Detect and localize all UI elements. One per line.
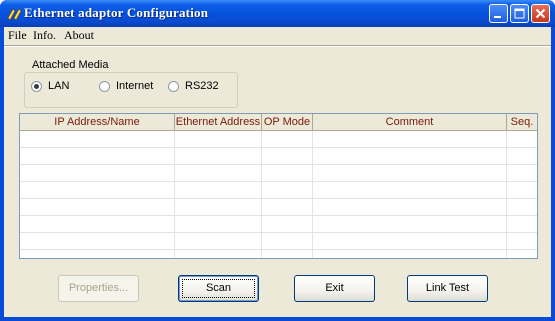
minimize-button[interactable] [489,4,508,23]
column-divider [506,131,507,258]
window-border [0,317,555,321]
table-row[interactable] [20,216,537,233]
column-header-op-mode[interactable]: OP Mode [262,114,313,130]
radio-selected-icon [31,81,42,92]
menu-separator [4,45,551,47]
maximize-button[interactable] [510,4,529,23]
scan-button[interactable]: Scan [178,275,259,302]
table-row[interactable] [20,148,537,165]
radio-unselected-icon [99,81,110,92]
close-button[interactable] [531,4,550,23]
table-row[interactable] [20,165,537,182]
link-test-button[interactable]: Link Test [407,275,488,302]
column-header-seq[interactable]: Seq. [507,114,537,130]
window-title: Ethernet adaptor Configuration [24,5,209,20]
maximize-icon [514,8,525,19]
column-divider [261,131,262,258]
menu-bar: File Info. About [4,27,551,45]
column-divider [174,131,175,258]
column-header-comment[interactable]: Comment [313,114,507,130]
device-list-table[interactable]: IP Address/Name Ethernet Address OP Mode… [19,113,538,259]
close-icon [535,8,546,19]
radio-lan-label: LAN [48,80,70,92]
table-row[interactable] [20,199,537,216]
focus-rectangle [182,279,255,298]
table-header: IP Address/Name Ethernet Address OP Mode… [20,114,537,131]
column-header-ethernet-address[interactable]: Ethernet Address [175,114,262,130]
menu-info[interactable]: Info. [33,28,56,43]
app-icon [6,6,22,22]
app-window: Ethernet adaptor Configuration File Info… [0,0,555,321]
column-divider [312,131,313,258]
table-row[interactable] [20,131,537,148]
exit-button[interactable]: Exit [294,275,375,302]
radio-internet-label: Internet [116,80,154,92]
attached-media-legend: Attached Media [30,59,111,71]
radio-unselected-icon [168,81,179,92]
column-header-ip[interactable]: IP Address/Name [20,114,175,130]
title-bar[interactable]: Ethernet adaptor Configuration [0,0,555,27]
minimize-icon [494,16,501,18]
menu-file[interactable]: File [8,28,27,43]
dialog-client-area: File Info. About Attached Media LAN Inte… [4,27,551,317]
table-row[interactable] [20,182,537,199]
table-row[interactable] [20,233,537,250]
menu-about[interactable]: About [64,28,94,43]
properties-button[interactable]: Properties... [58,275,139,302]
radio-rs232-label: RS232 [185,80,219,92]
